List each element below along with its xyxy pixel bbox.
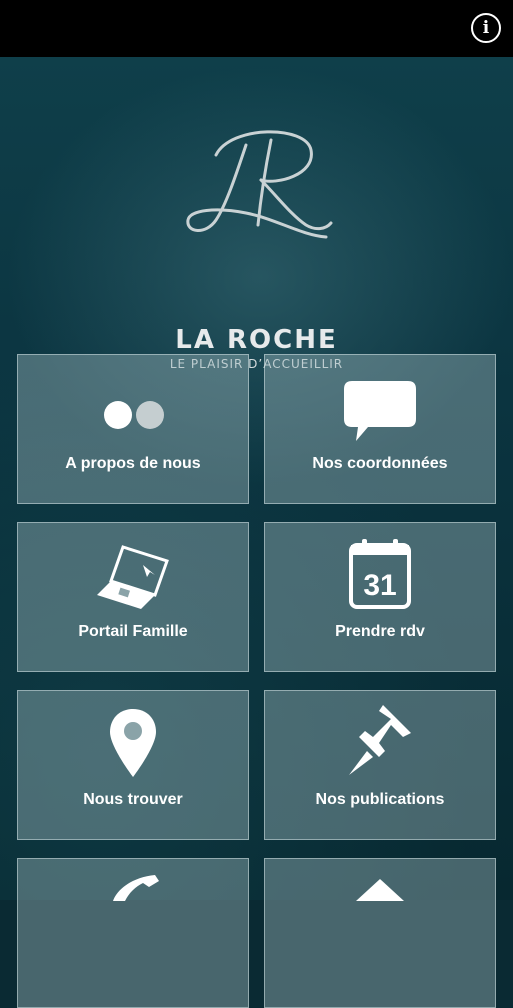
- tile-label: Portail Famille: [78, 623, 188, 640]
- tile-label: Nos publications: [315, 791, 445, 808]
- home-icon: [265, 859, 495, 901]
- tile-publications[interactable]: Nos publications: [264, 690, 496, 840]
- dots-icon: [18, 355, 248, 443]
- tile-contact[interactable]: Nos coordonnées: [264, 354, 496, 504]
- tile-book-appointment[interactable]: 31 Prendre rdv: [264, 522, 496, 672]
- calendar-icon: 31: [265, 523, 495, 611]
- tile-label: Prendre rdv: [335, 623, 425, 640]
- laptop-icon: [18, 523, 248, 611]
- brand-logo: LA ROCHE LE PLAISIR D’ACCUEILLIR: [0, 57, 513, 371]
- map-pin-icon: [18, 691, 248, 779]
- tile-find-us[interactable]: Nous trouver: [17, 690, 249, 840]
- tile-label: Nous trouver: [83, 791, 183, 808]
- calendar-day: 31: [363, 569, 396, 602]
- brand-name: LA ROCHE: [175, 325, 338, 355]
- pushpin-icon: [265, 691, 495, 779]
- tile-label: A propos de nous: [65, 455, 201, 472]
- lr-monogram-icon: [186, 130, 333, 239]
- top-bar: i: [0, 0, 513, 57]
- tile-family-portal[interactable]: Portail Famille: [17, 522, 249, 672]
- info-icon[interactable]: i: [471, 13, 501, 43]
- tile-label: Nos coordonnées: [312, 455, 448, 472]
- tile-phone[interactable]: [17, 858, 249, 1008]
- tile-home[interactable]: [264, 858, 496, 1008]
- tile-about-us[interactable]: A propos de nous: [17, 354, 249, 504]
- speech-bubble-icon: [265, 355, 495, 443]
- phone-icon: [18, 859, 248, 901]
